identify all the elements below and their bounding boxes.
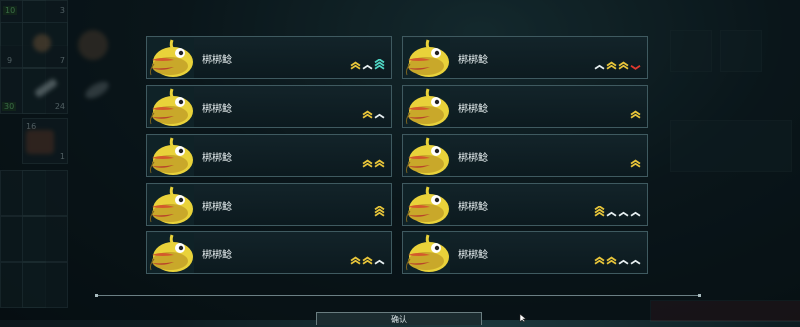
rank-badges: [362, 153, 385, 172]
red-chevron-down-rank-icon: [630, 55, 641, 74]
rank-badges: [630, 153, 641, 172]
rank-badges: [350, 250, 385, 269]
rank-badges: [594, 55, 641, 74]
gold-double-rank-icon: [594, 250, 605, 269]
white-chevron-rank-icon: [374, 104, 385, 123]
rank-badges: [374, 202, 385, 221]
catfish-portrait-icon: [148, 136, 194, 176]
fish-card[interactable]: 梆梆鲶: [146, 183, 392, 226]
rank-badges: [630, 104, 641, 123]
fish-name: 梆梆鲶: [202, 153, 232, 164]
fish-card[interactable]: 梆梆鲶: [402, 85, 648, 128]
fish-card[interactable]: 梆梆鲶: [402, 231, 648, 274]
fish-card[interactable]: 梆梆鲶: [402, 183, 648, 226]
fish-card[interactable]: 梆梆鲶: [402, 36, 648, 79]
fish-name: 梆梆鲶: [202, 250, 232, 261]
rank-badges: [362, 104, 385, 123]
fish-name: 梆梆鲶: [458, 104, 488, 115]
fish-card[interactable]: 梆梆鲶: [146, 85, 392, 128]
catfish-portrait-icon: [148, 38, 194, 78]
list-divider: [95, 294, 701, 297]
catfish-portrait-icon: [404, 233, 450, 273]
gold-triple-rank-icon: [374, 202, 385, 221]
fish-name: 梆梆鲶: [458, 55, 488, 66]
catfish-portrait-icon: [404, 38, 450, 78]
gold-double-rank-icon: [362, 104, 373, 123]
fish-name: 梆梆鲶: [458, 202, 488, 213]
fish-card[interactable]: 梆梆鲶: [146, 36, 392, 79]
gold-double-rank-icon: [606, 55, 617, 74]
rank-badges: [594, 250, 641, 269]
fish-name: 梆梆鲶: [458, 250, 488, 261]
gold-double-rank-icon: [362, 250, 373, 269]
gold-double-rank-icon: [362, 153, 373, 172]
confirm-button[interactable]: 确认: [316, 312, 482, 325]
fish-list: 梆梆鲶 梆梆鲶 梆梆鲶 梆梆鲶 梆梆鲶 梆梆鲶 梆梆鲶 梆梆鲶 梆梆鲶 梆梆鲶: [146, 36, 650, 276]
gold-double-rank-icon: [374, 153, 385, 172]
catfish-portrait-icon: [404, 136, 450, 176]
fish-name: 梆梆鲶: [202, 202, 232, 213]
fish-card[interactable]: 梆梆鲶: [402, 134, 648, 177]
fish-name: 梆梆鲶: [202, 55, 232, 66]
fish-name: 梆梆鲶: [458, 153, 488, 164]
rank-badges: [594, 202, 641, 221]
fish-card[interactable]: 梆梆鲶: [146, 134, 392, 177]
gold-double-rank-icon: [630, 104, 641, 123]
white-chevron-rank-icon: [618, 250, 629, 269]
fish-card[interactable]: 梆梆鲶: [146, 231, 392, 274]
rank-badges: [350, 55, 385, 74]
fish-name: 梆梆鲶: [202, 104, 232, 115]
gold-double-rank-icon: [350, 55, 361, 74]
catfish-portrait-icon: [404, 87, 450, 127]
gold-double-rank-icon: [350, 250, 361, 269]
white-chevron-rank-icon: [374, 250, 385, 269]
catfish-portrait-icon: [148, 185, 194, 225]
catfish-portrait-icon: [404, 185, 450, 225]
gold-double-rank-icon: [618, 55, 629, 74]
white-chevron-rank-icon: [606, 202, 617, 221]
gold-double-rank-icon: [606, 250, 617, 269]
gold-double-rank-icon: [630, 153, 641, 172]
catfish-portrait-icon: [148, 233, 194, 273]
white-chevron-rank-icon: [594, 55, 605, 74]
gold-triple-rank-icon: [594, 202, 605, 221]
white-chevron-rank-icon: [618, 202, 629, 221]
white-chevron-rank-icon: [630, 202, 641, 221]
mouse-cursor-icon: [519, 314, 527, 322]
white-chevron-rank-icon: [362, 55, 373, 74]
catfish-portrait-icon: [148, 87, 194, 127]
white-chevron-rank-icon: [630, 250, 641, 269]
cyan-triple-rank-icon: [374, 55, 385, 74]
